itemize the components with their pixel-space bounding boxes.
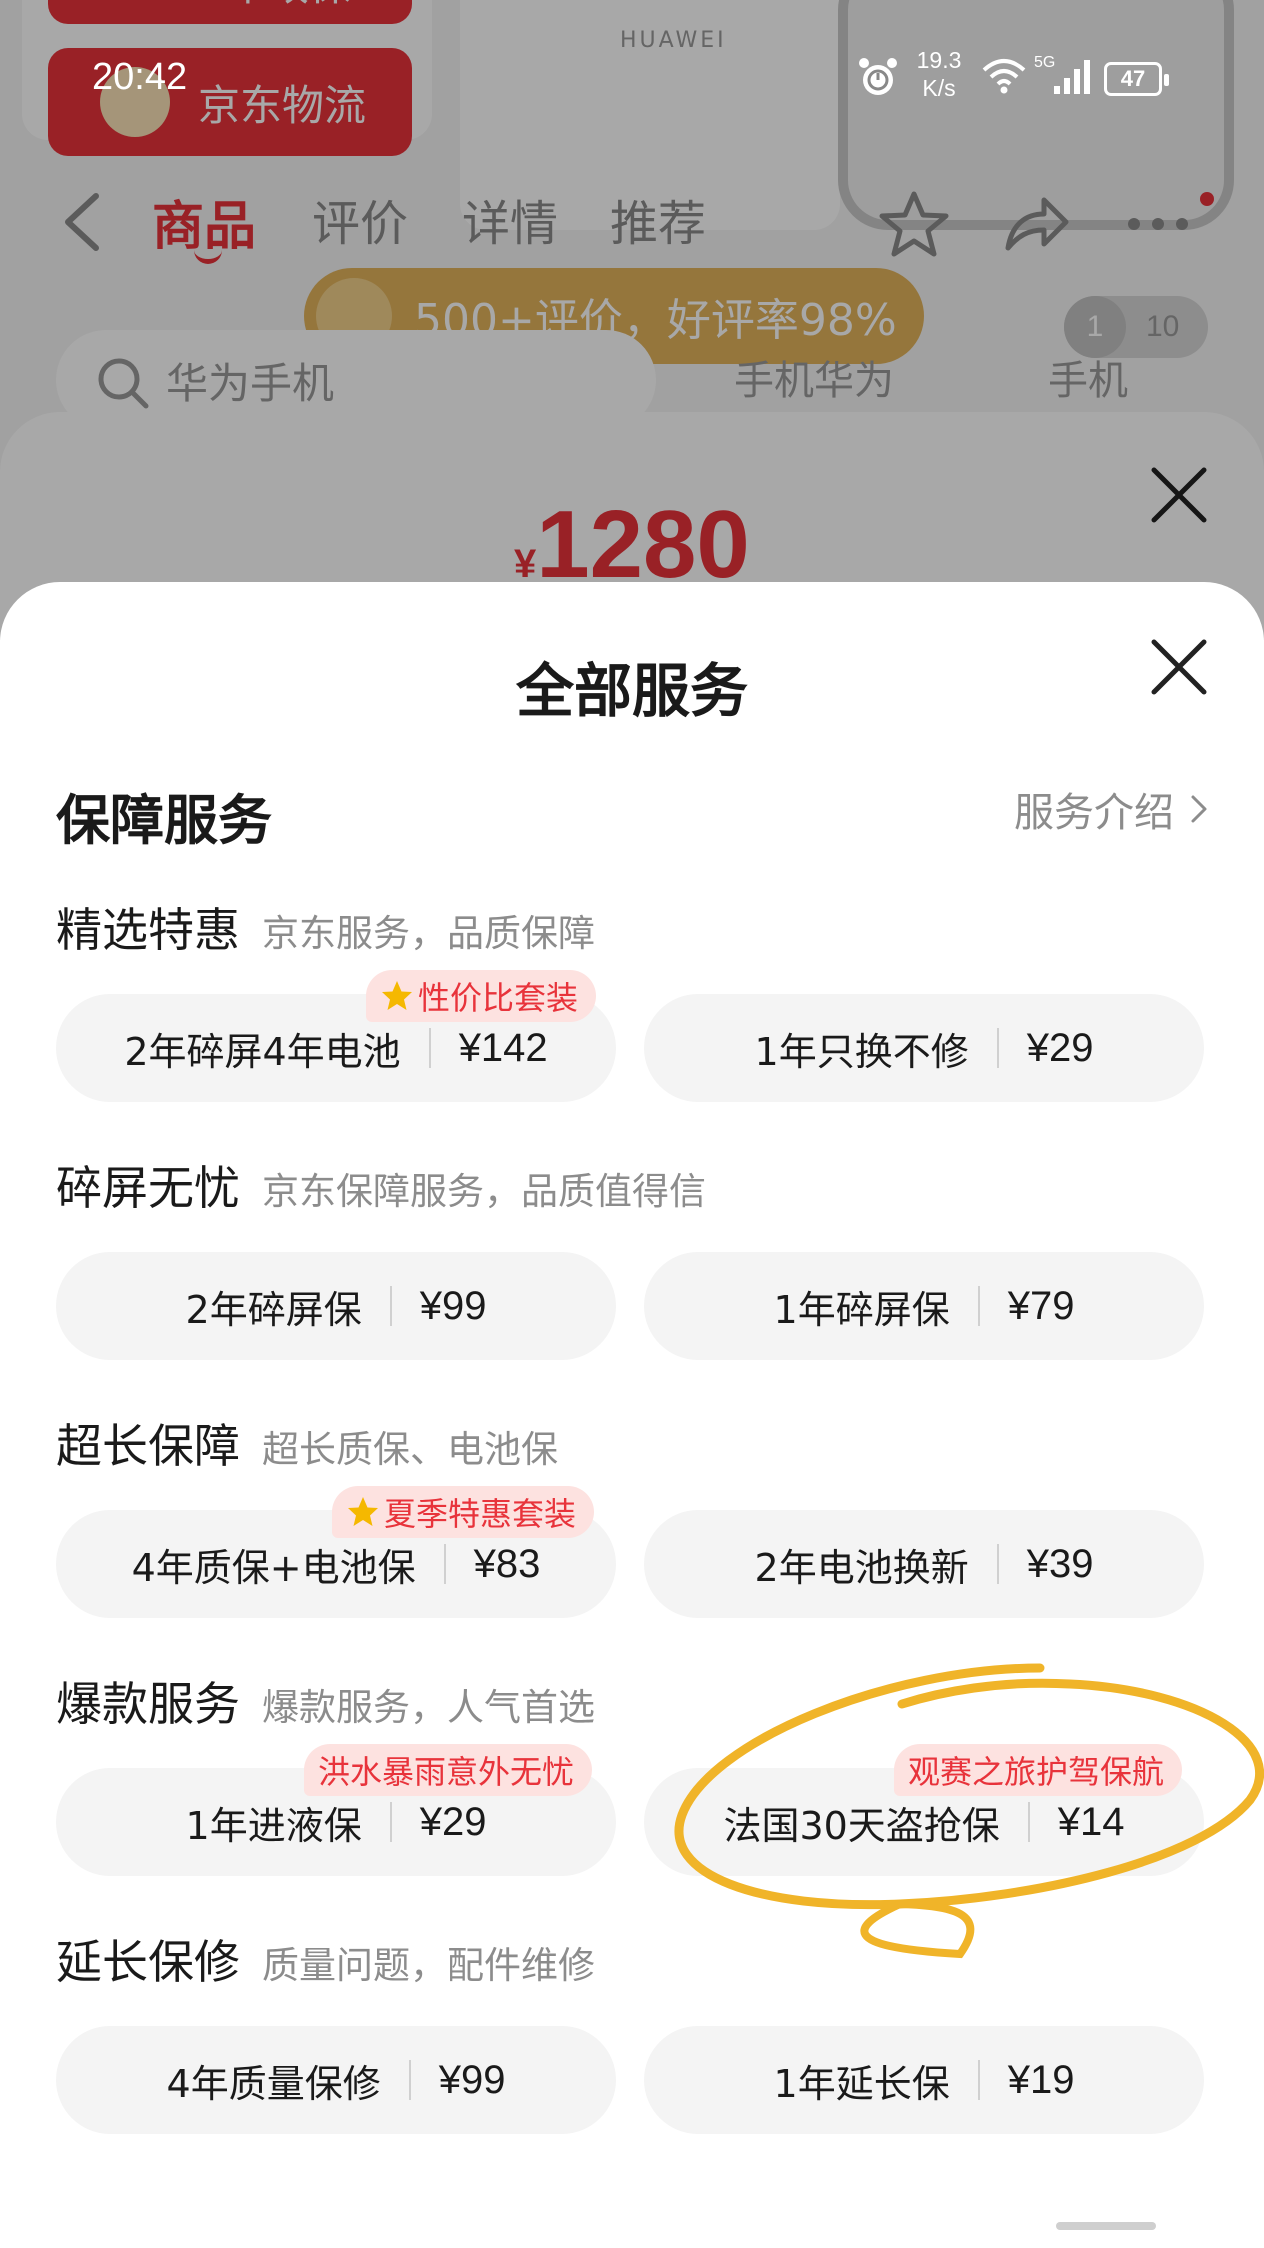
all-services-sheet: 全部服务 保障服务 服务介绍 精选特惠 京东服务，品质保障 2年碎屏4年电池 ¥… bbox=[0, 582, 1264, 2248]
divider bbox=[996, 1028, 999, 1068]
category-screen-protection: 碎屏无忧 京东保障服务，品质值得信 2年碎屏保 ¥99 1年碎屏保 ¥79 bbox=[0, 1152, 1264, 1410]
category-extended-protection: 超长保障 超长质保、电池保 4年质保+电池保 ¥83 夏季特惠套装 2年电池换新… bbox=[0, 1410, 1264, 1668]
divider bbox=[977, 1286, 980, 1326]
service-option-price: ¥39 bbox=[1026, 1541, 1094, 1586]
category-title: 超长保障 bbox=[56, 1419, 240, 1473]
service-option-name: 1年进液保 bbox=[185, 1803, 362, 1848]
service-option-name: 1年延长保 bbox=[773, 2061, 950, 2106]
service-option-price: ¥29 bbox=[1026, 1025, 1094, 1070]
divider bbox=[428, 1028, 431, 1068]
category-subtitle: 质量问题，配件维修 bbox=[262, 1944, 595, 1987]
network-speed: 19.3 K/s bbox=[904, 46, 974, 102]
service-option-button[interactable]: 1年碎屏保 ¥79 bbox=[644, 1252, 1204, 1360]
sheet-title: 全部服务 bbox=[515, 657, 748, 725]
service-option-button[interactable]: 2年电池换新 ¥39 bbox=[644, 1510, 1204, 1618]
service-option-price: ¥99 bbox=[419, 1283, 487, 1328]
category-title: 碎屏无忧 bbox=[56, 1161, 240, 1215]
promo-tag-label: 洪水暴雨意外无忧 bbox=[318, 1753, 575, 1791]
divider bbox=[389, 1802, 392, 1842]
promo-tag: 性价比套装 bbox=[366, 970, 597, 1022]
divider bbox=[977, 2060, 980, 2100]
status-bar: 20:42 19.3 K/s 5G 47 bbox=[0, 40, 1264, 120]
promo-tag-label: 性价比套装 bbox=[418, 979, 579, 1017]
service-option-price: ¥79 bbox=[1007, 1283, 1075, 1328]
service-option-name: 4年质保+电池保 bbox=[131, 1545, 416, 1590]
category-header: 超长保障 超长质保、电池保 bbox=[56, 1410, 558, 1476]
category-header: 延长保修 质量问题，配件维修 bbox=[56, 1926, 595, 1992]
category-subtitle: 超长质保、电池保 bbox=[262, 1428, 558, 1471]
close-icon[interactable] bbox=[1150, 638, 1208, 696]
wifi-icon bbox=[982, 59, 1026, 94]
divider bbox=[443, 1544, 446, 1584]
network-speed-unit: K/s bbox=[922, 75, 956, 101]
service-option-name: 1年只换不修 bbox=[754, 1029, 969, 1074]
promo-tag: 洪水暴雨意外无忧 bbox=[304, 1744, 593, 1796]
status-time: 20:42 bbox=[92, 56, 188, 98]
service-option-name: 4年质量保修 bbox=[166, 2061, 381, 2106]
home-indicator[interactable] bbox=[1056, 2222, 1156, 2230]
battery-icon: 47 bbox=[1104, 62, 1169, 96]
network-speed-value: 19.3 bbox=[916, 47, 962, 73]
service-option-name: 2年碎屏保 bbox=[185, 1287, 362, 1332]
category-header: 碎屏无忧 京东保障服务，品质值得信 bbox=[56, 1152, 706, 1218]
service-option-name: 2年碎屏4年电池 bbox=[124, 1029, 401, 1074]
service-option-price: ¥19 bbox=[1007, 2057, 1075, 2102]
chevron-right-icon bbox=[1191, 795, 1207, 823]
divider bbox=[996, 1544, 999, 1584]
service-intro-link[interactable]: 服务介绍 bbox=[1014, 780, 1208, 838]
alarm-icon bbox=[859, 58, 897, 95]
background-page: 1年政保 京东物流 HUAWEI 商品 评价 详情 推荐 500+评价，好评率9… bbox=[0, 0, 1264, 640]
category-header: 爆款服务 爆款服务，人气首选 bbox=[56, 1668, 595, 1734]
category-title: 延长保修 bbox=[56, 1935, 240, 1989]
promo-tag: 夏季特惠套装 bbox=[332, 1486, 595, 1538]
service-intro-label: 服务介绍 bbox=[1014, 790, 1174, 836]
promo-tag-label: 夏季特惠套装 bbox=[384, 1495, 577, 1533]
service-option-button[interactable]: 4年质量保修 ¥99 bbox=[56, 2026, 616, 2134]
service-option-button[interactable]: 2年碎屏保 ¥99 bbox=[56, 1252, 616, 1360]
service-option-button[interactable]: 1年只换不修 ¥29 bbox=[644, 994, 1204, 1102]
divider bbox=[408, 2060, 411, 2100]
divider bbox=[389, 1286, 392, 1326]
category-subtitle: 爆款服务，人气首选 bbox=[262, 1686, 595, 1729]
service-option-name: 1年碎屏保 bbox=[773, 1287, 950, 1332]
section-title: 保障服务 bbox=[56, 789, 272, 852]
star-icon bbox=[348, 1497, 378, 1526]
service-option-price: ¥99 bbox=[438, 2057, 506, 2102]
highlight-circle-annotation bbox=[674, 1663, 1264, 1959]
star-icon bbox=[382, 981, 412, 1010]
service-option-price: ¥142 bbox=[458, 1025, 548, 1070]
service-option-price: ¥83 bbox=[473, 1541, 541, 1586]
service-option-price: ¥29 bbox=[419, 1799, 487, 1844]
category-subtitle: 京东保障服务，品质值得信 bbox=[262, 1170, 706, 1213]
service-option-button[interactable]: 1年延长保 ¥19 bbox=[644, 2026, 1204, 2134]
service-option-name: 2年电池换新 bbox=[754, 1545, 969, 1590]
category-title: 爆款服务 bbox=[56, 1677, 240, 1731]
category-featured-deals: 精选特惠 京东服务，品质保障 2年碎屏4年电池 ¥142 性价比套装 1年只换不… bbox=[0, 894, 1264, 1152]
category-header: 精选特惠 京东服务，品质保障 bbox=[56, 894, 595, 960]
signal-icon bbox=[1054, 60, 1090, 94]
category-title: 精选特惠 bbox=[56, 903, 240, 957]
category-subtitle: 京东服务，品质保障 bbox=[262, 912, 595, 955]
